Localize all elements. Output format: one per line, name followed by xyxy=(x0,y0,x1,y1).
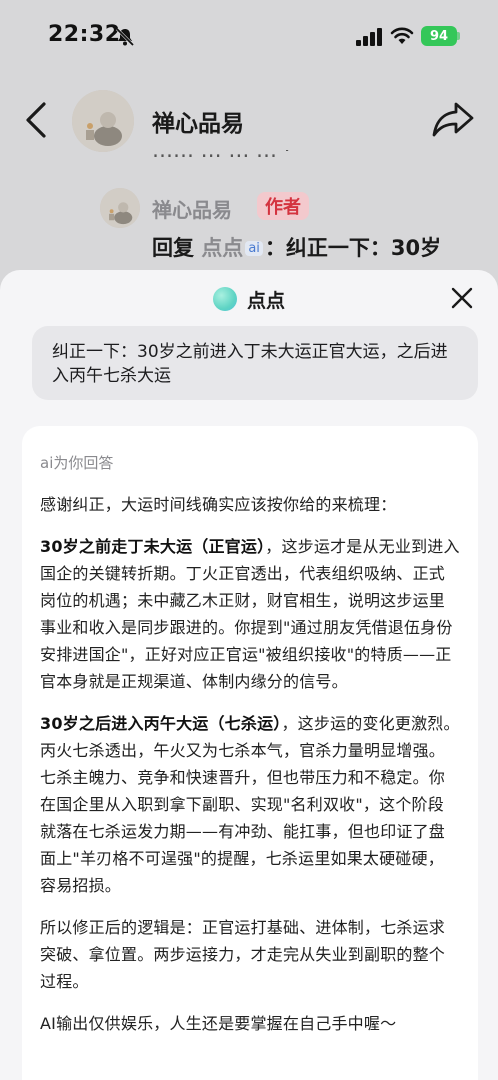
reply-target[interactable]: 点点 xyxy=(201,236,243,260)
answer-card: ai为你回答 感谢纠正，大运时间线确实应该按你给的来梳理： 30岁之前走丁未大运… xyxy=(22,426,478,1080)
reply-content: ：纠正一下：30岁 xyxy=(264,236,442,260)
reply-avatar[interactable] xyxy=(100,188,140,228)
monk-figure-icon xyxy=(72,90,134,152)
signal-icon xyxy=(356,28,382,46)
bell-muted-icon xyxy=(115,27,135,47)
answer-paragraph: 所以修正后的逻辑是：正官运打基础、进体制，七杀运求突破、拿位置。两步运接力，才走… xyxy=(40,918,446,991)
answer-emphasis: 30岁之前走丁未大运（正官运） xyxy=(40,537,266,556)
answer-paragraph: 30岁之后进入丙午大运（七杀运），这步运的变化更激烈。丙火七杀透出，午火又为七杀… xyxy=(40,714,460,895)
back-arrow-icon[interactable] xyxy=(24,102,48,138)
answer-emphasis: 30岁之后进入丙午大运（七杀运） xyxy=(40,714,282,733)
wifi-icon xyxy=(390,27,414,44)
chat-header: 禅心品易 xyxy=(0,80,498,160)
battery-indicator: 94 xyxy=(421,26,457,46)
sheet-title: 点点 xyxy=(246,289,285,312)
answer-paragraph: 感谢纠正，大运时间线确实应该按你给的来梳理： xyxy=(40,495,397,514)
answer-disclaimer: AI输出仅供娱乐，人生还是要掌握在自己手中喔～ xyxy=(40,1014,397,1033)
author-badge: 作者 xyxy=(257,192,309,220)
ai-answer-sheet: 点点 纠正一下：30岁之前进入丁未大运正官大运，之后进入丙午七杀大运 ai为你回… xyxy=(0,270,498,1080)
reply-author-name: 禅心品易 xyxy=(152,198,232,222)
close-icon[interactable] xyxy=(450,286,474,310)
previous-message-fragment: …… … … … · xyxy=(152,150,291,162)
status-time: 22:32 xyxy=(48,22,121,47)
user-question: 纠正一下：30岁之前进入丁未大运正官大运，之后进入丙午七杀大运 xyxy=(32,326,478,400)
author-avatar[interactable] xyxy=(72,90,134,152)
monk-figure-icon xyxy=(100,188,140,228)
reply-prefix: 回复 xyxy=(152,236,194,260)
dian-dian-logo-icon xyxy=(212,287,237,311)
status-bar: 22:32 94 xyxy=(0,0,498,72)
chat-title: 禅心品易 xyxy=(152,111,244,137)
ai-tag: ai xyxy=(245,241,263,256)
sheet-header: 点点 xyxy=(0,284,498,314)
battery-level: 94 xyxy=(429,28,449,44)
share-icon[interactable] xyxy=(432,100,474,138)
reply-comment: 禅心品易 作者 回复 点点 ai ：纠正一下：30岁 xyxy=(0,184,498,264)
reply-text: 回复 点点 ai ：纠正一下：30岁 xyxy=(152,232,441,262)
answer-label: ai为你回答 xyxy=(40,454,114,472)
battery-tip xyxy=(457,32,460,40)
answer-paragraph: 30岁之前走丁未大运（正官运），这步运才是从无业到进入国企的关键转折期。丁火正官… xyxy=(40,537,460,691)
